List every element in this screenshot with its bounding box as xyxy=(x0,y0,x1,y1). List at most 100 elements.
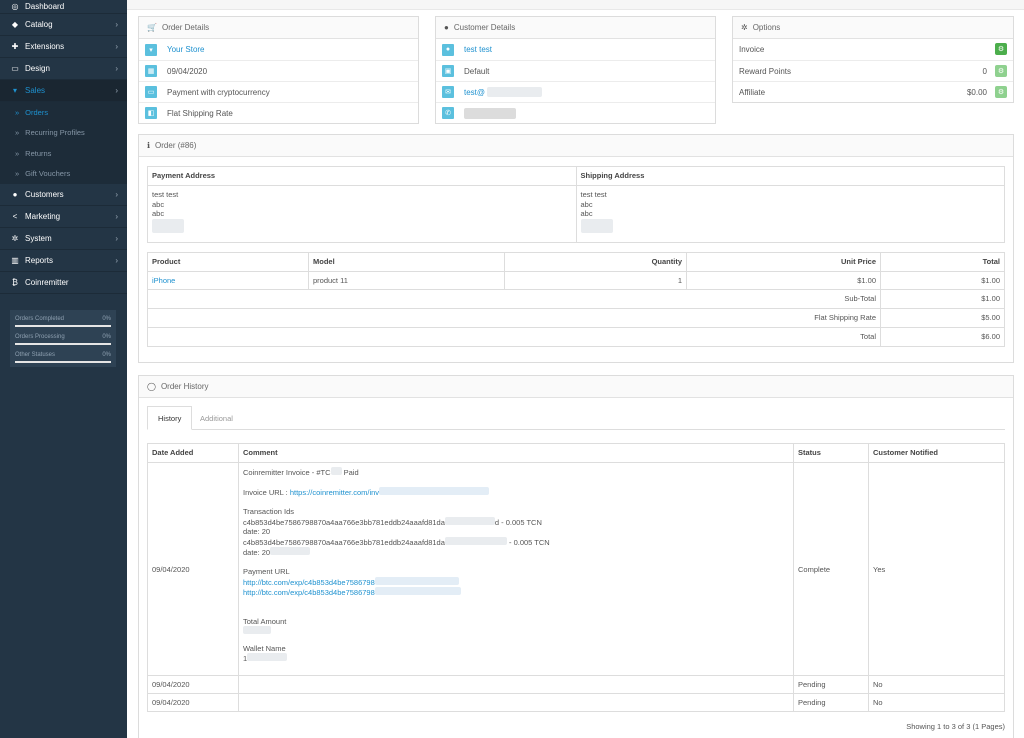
payment-address-header: Payment Address xyxy=(147,166,577,186)
panel-title: Order History xyxy=(160,382,209,391)
pagination-text: Showing 1 to 3 of 3 (1 Pages) xyxy=(906,722,1005,731)
nav-label: Marketing xyxy=(25,212,61,221)
total-cell: $1.00 xyxy=(880,271,1005,290)
order-history-panel: ◯ Order History History Additional Date … xyxy=(138,375,1014,738)
tx-date-line: date: 20 xyxy=(243,547,789,558)
payment-url-link[interactable]: http://btc.com/exp/c4b853d4be7586798 xyxy=(243,588,375,597)
totals-value: $5.00 xyxy=(880,308,1005,328)
group-icon[interactable]: ▣ xyxy=(442,65,454,77)
order-details-panel: 🛒 Order Details ▾ Your Store ▦ 09/04/202… xyxy=(138,16,419,124)
nav-sub-vouchers[interactable]: » Gift Vouchers xyxy=(0,163,127,184)
chevron-right-icon: › xyxy=(115,190,118,199)
totals-label: Flat Shipping Rate xyxy=(147,308,881,328)
nav-label: Dashboard xyxy=(25,2,65,11)
nav-system[interactable]: ✲ System › xyxy=(0,228,127,250)
chevron-right-icon: › xyxy=(115,86,118,95)
payment-address: test test abc abc xyxy=(147,185,577,243)
stat-other: Other Statuses 0% xyxy=(15,350,111,368)
payment-method: Payment with cryptocurrency xyxy=(167,87,270,97)
customer-details-panel: ● Customer Details ● test test ▣ Default… xyxy=(435,16,716,124)
product-table-wrap: Product Model Quantity Unit Price Total … xyxy=(147,252,1005,347)
invoice-label: Invoice xyxy=(739,45,765,54)
nav-marketing[interactable]: < Marketing › xyxy=(0,206,127,228)
nav-sub-recurring[interactable]: » Recurring Profiles xyxy=(0,122,127,143)
customer-group: Default xyxy=(464,66,490,76)
history-tabs: History Additional xyxy=(147,406,1005,430)
nav-reports[interactable]: ▥ Reports › xyxy=(0,250,127,272)
table-row: 09/04/2020 Pending No xyxy=(147,693,1005,712)
nav-customers[interactable]: ● Customers › xyxy=(0,184,127,206)
redacted-block xyxy=(444,516,495,525)
status-cell: Complete xyxy=(793,462,869,676)
stat-label: Other Statuses xyxy=(15,352,56,358)
tab-history[interactable]: History xyxy=(147,406,193,430)
payment-url-link[interactable]: http://btc.com/exp/c4b853d4be7586798 xyxy=(243,578,375,587)
col-product: Product xyxy=(147,252,309,272)
product-link[interactable]: iPhone xyxy=(152,276,175,285)
nav-dashboard[interactable]: ◎ Dashboard xyxy=(0,0,127,14)
store-link[interactable]: Your Store xyxy=(167,45,205,54)
nav-extensions[interactable]: ✚ Extensions › xyxy=(0,36,127,58)
redacted-block xyxy=(243,626,271,634)
puzzle-icon: ✚ xyxy=(11,42,19,51)
comment-cell: Coinremitter Invoice - #TC Paid Invoice … xyxy=(238,462,794,676)
nav-coinremitter[interactable]: ₿ Coinremitter xyxy=(0,272,127,294)
credit-card-icon[interactable]: ▭ xyxy=(145,86,157,98)
nav-label: Sales xyxy=(25,86,46,95)
nav-sub-returns[interactable]: » Returns xyxy=(0,143,127,164)
nav-sub-label: Gift Vouchers xyxy=(25,169,71,179)
address-line: abc xyxy=(152,209,165,218)
stat-label: Orders Processing xyxy=(15,334,65,340)
payment-url-label: Payment URL xyxy=(243,567,290,576)
redacted-block xyxy=(247,653,288,661)
stat-progress-bar xyxy=(15,343,111,345)
envelope-icon[interactable]: ✉ xyxy=(442,86,454,98)
calendar-icon[interactable]: ▦ xyxy=(145,65,157,77)
customer-email-link[interactable]: test@ xyxy=(464,88,485,97)
redacted-block xyxy=(330,467,342,475)
store-icon[interactable]: ▾ xyxy=(145,43,157,56)
tab-additional[interactable]: Additional xyxy=(190,406,243,430)
tx-date: date: 20 xyxy=(243,527,271,536)
chevron-right-icon: › xyxy=(115,256,118,265)
nav-design[interactable]: ▭ Design › xyxy=(0,58,127,80)
customer-name-link[interactable]: test test xyxy=(464,45,492,54)
totals-row: Sub-Total $1.00 xyxy=(147,289,1005,309)
add-commission-button[interactable]: ⚙ xyxy=(995,86,1007,98)
generate-invoice-button[interactable]: ⚙ xyxy=(995,43,1007,55)
redacted-block xyxy=(374,587,461,595)
gear-icon: ✲ xyxy=(741,23,748,32)
col-status: Status xyxy=(793,443,869,463)
tx-hash: c4b853d4be7586798870a4aa766e3bb781eddb24… xyxy=(243,517,445,527)
panel-title: Order (#86) xyxy=(155,141,197,150)
status-cell: Pending xyxy=(793,675,869,694)
comment-cell xyxy=(238,675,794,694)
user-icon: ● xyxy=(12,190,18,199)
affiliate-row: Affiliate $0.00 ⚙ xyxy=(733,81,1013,102)
redacted-block xyxy=(464,107,516,119)
truck-icon[interactable]: ◧ xyxy=(145,107,157,119)
affiliate-value: $0.00 xyxy=(966,88,987,97)
order-panel: ℹ Order (#86) Payment Address Shipping A… xyxy=(138,134,1014,363)
address-table-wrap: Payment Address Shipping Address test te… xyxy=(147,166,1005,243)
user-icon[interactable]: ● xyxy=(442,43,454,56)
cart-icon: ▾ xyxy=(12,86,17,95)
dashboard-icon: ◎ xyxy=(11,2,19,11)
col-date-added: Date Added xyxy=(147,443,239,463)
invoice-url-link[interactable]: https://coinremitter.com/inv xyxy=(290,488,379,497)
panel-heading: ● Customer Details xyxy=(436,17,715,39)
tx-amount: - 0.005 TCN xyxy=(508,537,550,547)
nav-catalog[interactable]: ◆ Catalog › xyxy=(0,14,127,36)
invoice-prefix: Coinremitter Invoice - #TC xyxy=(243,468,331,477)
nav-sub-label: Recurring Profiles xyxy=(25,128,85,138)
phone-icon[interactable]: ✆ xyxy=(442,107,454,119)
reward-row: Reward Points 0 ⚙ xyxy=(733,60,1013,81)
top-strip xyxy=(127,0,1024,10)
totals-label: Total xyxy=(147,327,881,347)
col-comment: Comment xyxy=(238,443,794,463)
panel-heading: ℹ Order (#86) xyxy=(139,135,1013,157)
nav-sub-orders[interactable]: » Orders xyxy=(0,102,127,123)
nav-sales[interactable]: ▾ Sales › xyxy=(0,80,127,102)
add-reward-button[interactable]: ⚙ xyxy=(995,65,1007,77)
